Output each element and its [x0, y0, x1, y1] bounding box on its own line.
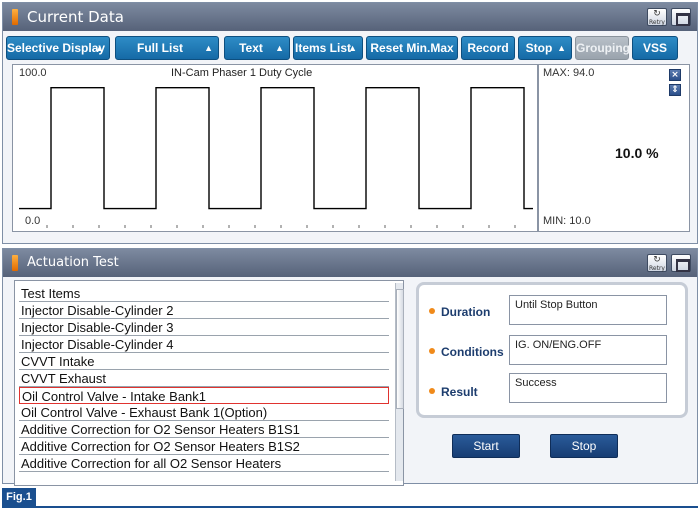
- actuation-title: Actuation Test: [27, 255, 119, 270]
- signal-graph: 100.0 IN-Cam Phaser 1 Duty Cycle 0.0: [12, 64, 538, 232]
- full-list-button[interactable]: Full List ▲︎: [115, 36, 219, 60]
- result-field: Success: [509, 373, 667, 403]
- items-list-label: Items List: [294, 41, 351, 55]
- list-item[interactable]: Injector Disable-Cylinder 4: [19, 336, 389, 353]
- list-item[interactable]: CVVT Exhaust: [19, 370, 389, 387]
- window-toggle-button[interactable]: [671, 254, 691, 272]
- y-min-label: 0.0: [25, 215, 41, 227]
- bullet-icon: [429, 348, 435, 354]
- retry-label: Retry: [649, 265, 665, 272]
- conditions-text: Conditions: [441, 345, 504, 359]
- panel-marker-icon: [12, 9, 18, 25]
- max-label: MAX: 94.0: [543, 67, 595, 79]
- list-item[interactable]: Oil Control Valve - Intake Bank1: [19, 387, 389, 404]
- expand-icon[interactable]: ⇕: [669, 84, 681, 96]
- updown-icon: ▲︎: [95, 43, 104, 53]
- min-label: MIN: 10.0: [543, 215, 591, 227]
- list-item[interactable]: Injector Disable-Cylinder 2: [19, 302, 389, 319]
- figure-label: Fig.1: [2, 488, 36, 506]
- current-value: 10.0 %: [615, 145, 659, 161]
- start-button[interactable]: Start: [452, 434, 520, 458]
- signal-graph-svg: [19, 86, 533, 228]
- conditions-label: Conditions: [429, 345, 504, 359]
- reset-min-max-button[interactable]: Reset Min.Max: [366, 36, 458, 60]
- duration-field: Until Stop Button: [509, 295, 667, 325]
- signal-waveform: [19, 86, 533, 210]
- full-list-label: Full List: [137, 41, 183, 55]
- bullet-icon: [429, 308, 435, 314]
- list-item[interactable]: Injector Disable-Cylinder 3: [19, 319, 389, 336]
- scroll-thumb[interactable]: [396, 289, 404, 409]
- selective-display-button[interactable]: Selective Display ▲︎: [6, 36, 110, 60]
- list-header: Test Items: [19, 285, 389, 302]
- text-label: Text: [239, 41, 263, 55]
- bullet-icon: [429, 388, 435, 394]
- items-list-button[interactable]: Items List ▲︎: [293, 36, 363, 60]
- current-data-title: Current Data: [27, 8, 124, 26]
- value-side-panel: MAX: 94.0 × ⇕ 10.0 % MIN: 10.0: [538, 64, 690, 232]
- y-max-label: 100.0: [19, 67, 47, 79]
- text-button[interactable]: Text ▲︎: [224, 36, 290, 60]
- list-item[interactable]: Additive Correction for O2 Sensor Heater…: [19, 421, 389, 438]
- retry-icon: ↻: [653, 9, 661, 19]
- vss-button[interactable]: VSS: [632, 36, 678, 60]
- stop-label: Stop: [525, 41, 553, 55]
- updown-icon: ▲︎: [204, 43, 213, 53]
- list-scrollbar[interactable]: [395, 283, 404, 481]
- retry-button[interactable]: ↻ Retry: [647, 8, 667, 26]
- result-label: Result: [429, 385, 478, 399]
- selective-display-label: Selective Display: [7, 41, 106, 55]
- test-info-box: Duration Until Stop Button Conditions IG…: [416, 282, 688, 418]
- list-item[interactable]: Additive Correction for all O2 Sensor He…: [19, 455, 389, 472]
- result-text: Result: [441, 385, 478, 399]
- updown-icon: ▲︎: [557, 43, 566, 53]
- duration-label: Duration: [429, 305, 490, 319]
- retry-icon: ↻: [653, 255, 661, 265]
- updown-icon: ▲︎: [275, 43, 284, 53]
- retry-button[interactable]: ↻ Retry: [647, 254, 667, 272]
- window-toggle-button[interactable]: [671, 8, 691, 26]
- close-icon[interactable]: ×: [669, 69, 681, 81]
- figure-rule: [2, 506, 698, 508]
- current-data-title-bar: Current Data ↻ Retry: [3, 3, 697, 31]
- list-item[interactable]: CVVT Intake: [19, 353, 389, 370]
- record-button[interactable]: Record: [461, 36, 515, 60]
- stop-toolbar-button[interactable]: Stop ▲︎: [518, 36, 572, 60]
- graph-title: IN-Cam Phaser 1 Duty Cycle: [171, 67, 313, 79]
- actuation-title-bar: Actuation Test ↻ Retry: [3, 249, 697, 277]
- conditions-field: IG. ON/ENG.OFF: [509, 335, 667, 365]
- list-item[interactable]: Additive Correction for O2 Sensor Heater…: [19, 438, 389, 455]
- stop-button[interactable]: Stop: [550, 434, 618, 458]
- x-axis-ticks: [46, 225, 516, 228]
- duration-text: Duration: [441, 305, 491, 319]
- list-item[interactable]: Oil Control Valve - Exhaust Bank 1(Optio…: [19, 404, 389, 421]
- grouping-button[interactable]: Grouping: [575, 36, 630, 60]
- panel-marker-icon: [12, 255, 18, 271]
- test-items-list: Test Items Injector Disable-Cylinder 2 In…: [14, 280, 404, 486]
- retry-label: Retry: [649, 19, 665, 26]
- updown-icon: ▲︎: [348, 43, 357, 53]
